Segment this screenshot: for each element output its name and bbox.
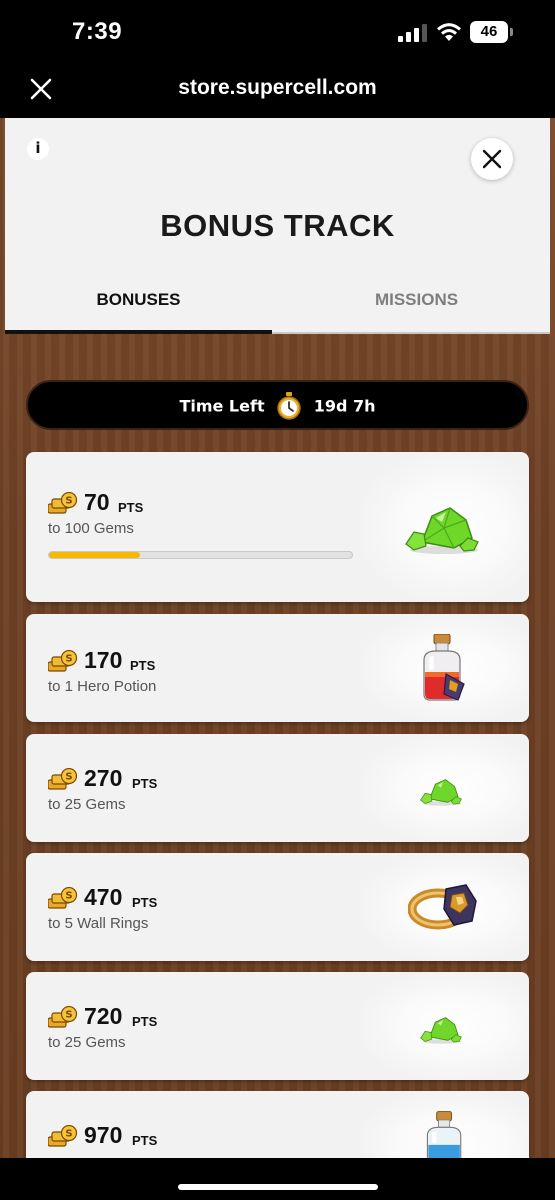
wall-ring-icon xyxy=(408,884,477,930)
bonus-track-item[interactable]: S 720 PTS to 25 Gems xyxy=(26,972,529,1080)
coins-icon: S xyxy=(48,492,78,514)
progress-bar xyxy=(48,551,353,559)
points-unit: PTS xyxy=(132,895,158,910)
stopwatch-icon xyxy=(277,392,301,420)
gems-icon xyxy=(420,779,462,806)
bonus-track-item[interactable]: S 470 PTS to 5 Wall Rings xyxy=(26,853,529,961)
svg-text:S: S xyxy=(65,772,72,783)
svg-text:S: S xyxy=(65,496,72,507)
browser-bar: store.supercell.com xyxy=(0,62,555,118)
points-value: 170 xyxy=(84,647,123,673)
potion-icon xyxy=(426,1111,462,1158)
page-title: BONUS TRACK xyxy=(160,208,395,243)
reward-label: to 25 Gems xyxy=(48,1034,126,1051)
points-value: 470 xyxy=(84,884,123,910)
time-left-banner: Time Left 19d 7h xyxy=(26,380,529,430)
bonus-track-item[interactable]: S 170 PTS to 1 Hero Potion xyxy=(26,614,529,722)
svg-text:S: S xyxy=(65,1129,72,1140)
points-value: 970 xyxy=(84,1122,123,1148)
points-value: 720 xyxy=(84,1003,123,1029)
bonus-track-header: BONUS TRACK BONUSES MISSIONS xyxy=(5,118,550,334)
coins-icon: S xyxy=(48,768,78,790)
coins-icon: S xyxy=(48,1125,78,1147)
points-unit: PTS xyxy=(130,658,156,673)
bonus-track-item[interactable]: S 270 PTS to 25 Gems xyxy=(26,734,529,842)
reward-label: to 1 Hero Potion xyxy=(48,678,157,695)
svg-text:S: S xyxy=(65,654,72,665)
info-icon[interactable] xyxy=(27,138,49,160)
time-left-label: Time Left xyxy=(179,396,265,416)
coins-icon: S xyxy=(48,650,78,672)
tab-divider xyxy=(272,332,550,334)
points-value: 270 xyxy=(84,765,123,791)
reward-label: to 25 Gems xyxy=(48,796,126,813)
points-unit: PTS xyxy=(132,776,158,791)
reward-label: to 5 Wall Rings xyxy=(48,915,149,932)
browser-url[interactable]: store.supercell.com xyxy=(0,76,555,100)
hero-potion-icon xyxy=(423,634,465,701)
wifi-icon xyxy=(437,23,461,41)
status-bar: 7:39 46 xyxy=(0,0,555,62)
points-value: 70 xyxy=(84,489,110,515)
store-page: BONUS TRACK BONUSES MISSIONS Time Left 1… xyxy=(0,118,555,1158)
battery-level: 46 xyxy=(480,23,498,40)
points-unit: PTS xyxy=(132,1133,158,1148)
tab-bonuses[interactable]: BONUSES xyxy=(5,290,272,310)
svg-text:S: S xyxy=(65,891,72,902)
progress-fill xyxy=(49,552,140,558)
bonus-track-item[interactable]: S 70 PTS to 100 Gems xyxy=(26,452,529,602)
home-indicator[interactable] xyxy=(178,1184,378,1190)
gems-icon xyxy=(405,507,479,554)
tab-missions[interactable]: MISSIONS xyxy=(283,290,550,310)
points-unit: PTS xyxy=(132,1014,158,1029)
battery-icon: 46 xyxy=(470,21,513,43)
coins-icon: S xyxy=(48,1006,78,1028)
points-unit: PTS xyxy=(118,500,144,515)
cellular-signal-icon xyxy=(398,24,427,42)
coins-icon: S xyxy=(48,887,78,909)
bonus-track-item[interactable]: S 970 PTS xyxy=(26,1091,529,1158)
status-time: 7:39 xyxy=(72,18,123,45)
close-icon[interactable] xyxy=(471,138,513,180)
time-left-value: 19d 7h xyxy=(313,396,376,416)
svg-text:S: S xyxy=(65,1010,72,1021)
active-tab-indicator xyxy=(5,330,272,334)
gems-icon xyxy=(420,1017,462,1044)
home-indicator-area xyxy=(0,1158,555,1200)
reward-label: to 100 Gems xyxy=(48,520,134,537)
